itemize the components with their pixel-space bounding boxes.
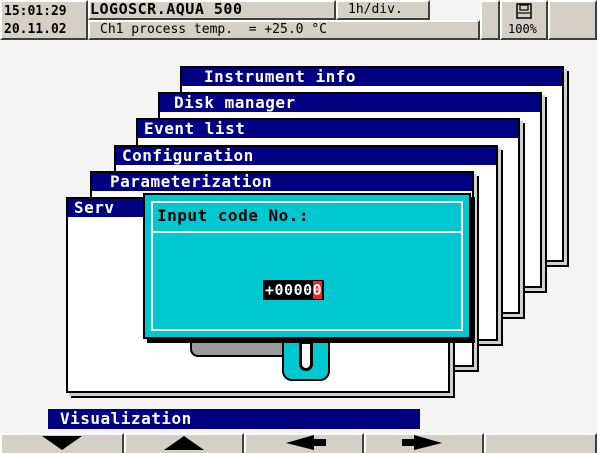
window-title-configuration-label: Configuration — [122, 146, 254, 165]
window-title-event-list-label: Event list — [144, 119, 246, 138]
time-base: 1h/div. — [348, 2, 403, 17]
window-title-instrument-info-label: Instrument info — [204, 67, 356, 86]
code-input[interactable]: +00000 — [263, 280, 325, 300]
arrow-left-icon — [286, 435, 326, 450]
service-graphic-knob — [282, 339, 330, 381]
softkey-blank[interactable] — [484, 433, 597, 453]
arrow-right-icon — [402, 435, 442, 450]
device-name: LOGOSCR.AQUA 500 — [90, 0, 243, 18]
window-title-service-label: Serv — [74, 198, 115, 217]
window-title-parameterization: Parameterization — [92, 173, 472, 191]
service-graphic-bar — [190, 339, 290, 357]
window-title-parameterization-label: Parameterization — [110, 172, 273, 191]
channel-reading: Ch1 process temp. = +25.0 °C — [100, 22, 327, 37]
header-date: 20.11.02 — [4, 22, 67, 37]
dialog-title: Input code No.: — [151, 201, 463, 233]
softkey-up[interactable] — [124, 433, 244, 453]
status-bar: Visualization — [48, 409, 420, 429]
softkey-down[interactable] — [0, 433, 124, 453]
memory-percent: 100% — [508, 22, 537, 36]
header-right-field — [548, 0, 597, 40]
softkey-left[interactable] — [244, 433, 364, 453]
arrow-down-icon — [42, 436, 82, 450]
service-graphic-knob-slot — [299, 341, 313, 371]
softkey-bar — [0, 433, 597, 453]
arrow-up-icon — [164, 436, 204, 450]
window-title-instrument-info: Instrument info — [182, 68, 562, 86]
memory-card-icon — [516, 3, 532, 19]
window-title-disk-manager: Disk manager — [160, 94, 540, 112]
input-code-dialog[interactable]: Input code No.: +00000 — [143, 193, 471, 339]
header-time: 15:01:29 — [4, 4, 67, 19]
header-spacer — [480, 0, 500, 40]
code-value: +0000 — [265, 281, 313, 299]
softkey-right[interactable] — [364, 433, 484, 453]
window-title-event-list: Event list — [138, 120, 518, 138]
window-title-configuration: Configuration — [116, 147, 496, 165]
code-cursor-digit[interactable]: 0 — [312, 281, 323, 299]
window-title-disk-manager-label: Disk manager — [174, 93, 296, 112]
